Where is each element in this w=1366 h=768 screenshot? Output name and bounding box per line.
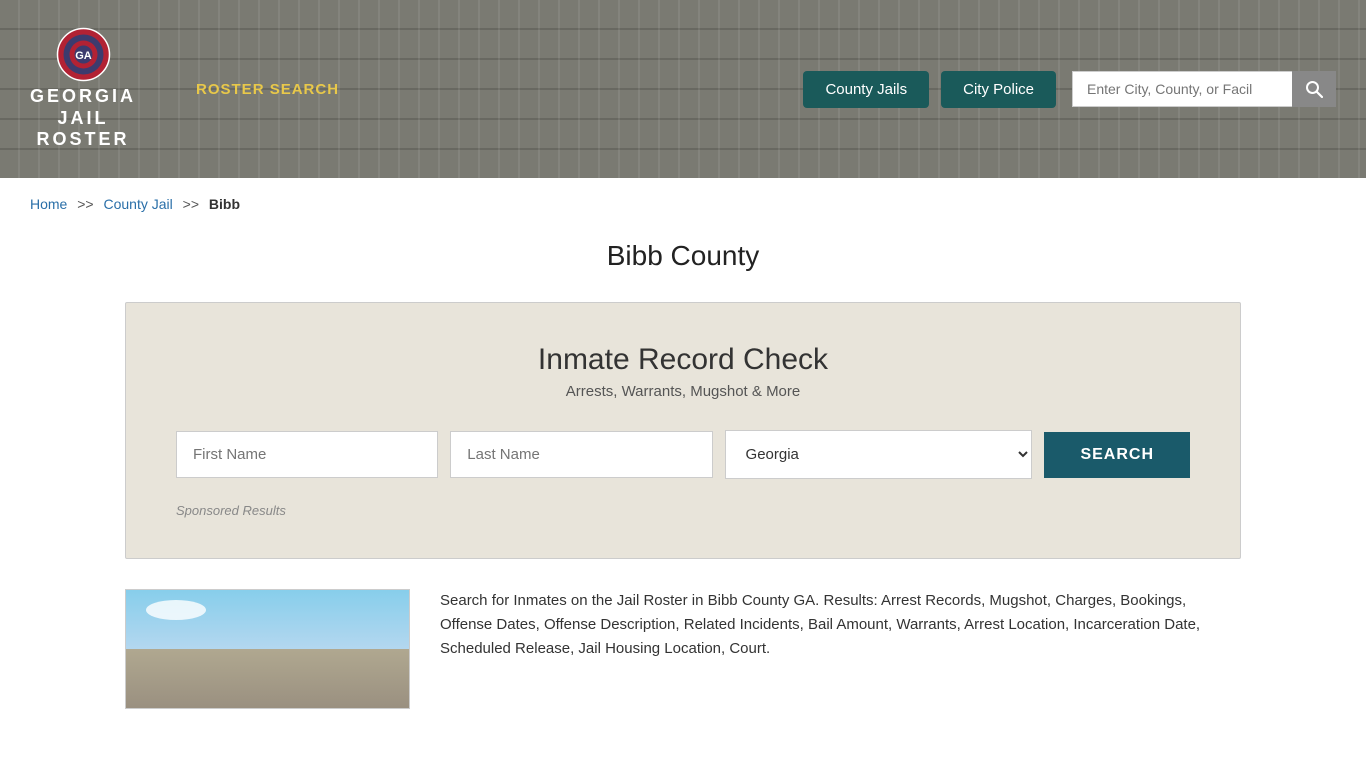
inmate-search-button[interactable]: SEARCH	[1044, 432, 1190, 478]
county-jails-button[interactable]: County Jails	[803, 71, 929, 108]
logo-text-roster: ROSTER	[37, 129, 130, 151]
breadcrumb-current: Bibb	[209, 196, 240, 212]
sponsored-results-label: Sponsored Results	[176, 503, 1190, 518]
site-header: GA GEORGIA JAIL ROSTER ROSTER SEARCH Cou…	[0, 0, 1366, 178]
breadcrumb: Home >> County Jail >> Bibb	[0, 178, 1366, 230]
breadcrumb-home-link[interactable]: Home	[30, 196, 67, 212]
first-name-input[interactable]	[176, 431, 438, 478]
bottom-description: Search for Inmates on the Jail Roster in…	[440, 589, 1241, 661]
svg-text:GA: GA	[75, 50, 92, 62]
state-select[interactable]: AlabamaAlaskaArizonaArkansasCaliforniaCo…	[725, 430, 1033, 479]
inmate-form-row: AlabamaAlaskaArizonaArkansasCaliforniaCo…	[176, 430, 1190, 479]
georgia-state-seal-icon: GA	[56, 27, 111, 82]
image-building	[126, 649, 409, 708]
inmate-record-section: Inmate Record Check Arrests, Warrants, M…	[125, 302, 1241, 559]
site-logo[interactable]: GA GEORGIA JAIL ROSTER	[30, 27, 136, 151]
bottom-section: Search for Inmates on the Jail Roster in…	[0, 559, 1366, 739]
header-search-area	[1072, 71, 1336, 107]
header-search-button[interactable]	[1292, 71, 1336, 107]
search-icon	[1305, 80, 1323, 98]
image-clouds	[146, 600, 206, 620]
roster-search-link[interactable]: ROSTER SEARCH	[196, 81, 339, 98]
logo-text-jail: JAIL	[58, 108, 109, 130]
last-name-input[interactable]	[450, 431, 712, 478]
page-title: Bibb County	[0, 240, 1366, 272]
nav-buttons: County Jails City Police	[803, 71, 1056, 108]
inmate-record-title: Inmate Record Check	[176, 343, 1190, 377]
breadcrumb-county-jail-link[interactable]: County Jail	[104, 196, 173, 212]
inmate-record-subtitle: Arrests, Warrants, Mugshot & More	[176, 383, 1190, 400]
breadcrumb-sep2: >>	[183, 196, 199, 212]
logo-text-georgia: GEORGIA	[30, 86, 136, 108]
breadcrumb-sep1: >>	[77, 196, 93, 212]
county-jail-image	[125, 589, 410, 709]
page-title-section: Bibb County	[0, 230, 1366, 302]
header-search-input[interactable]	[1072, 71, 1292, 107]
nav-area: ROSTER SEARCH County Jails City Police	[196, 71, 1336, 108]
city-police-button[interactable]: City Police	[941, 71, 1056, 108]
